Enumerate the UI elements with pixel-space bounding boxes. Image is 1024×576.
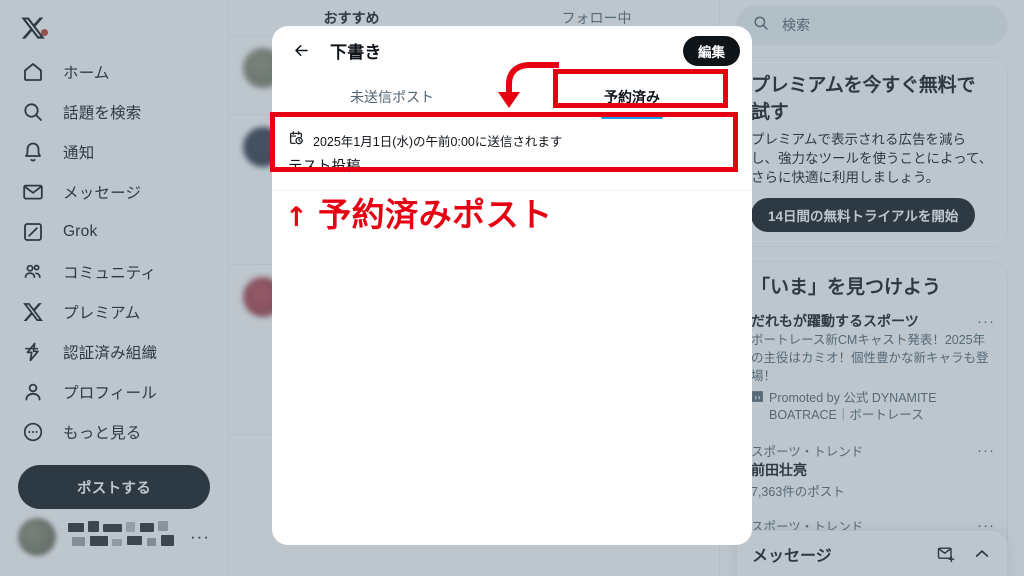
annotation-caption: ↑ 予約済みポスト: [285, 188, 553, 236]
back-arrow-icon[interactable]: [286, 36, 316, 66]
annotation-arrow-glyph: ↑: [285, 202, 309, 233]
annotation-box-scheduled-tab: [553, 69, 728, 108]
page-title: 下書き: [330, 43, 382, 62]
edit-button[interactable]: 編集: [683, 35, 740, 66]
elbow-arrow-down-icon: [498, 62, 560, 119]
screen-root: ホーム 話題を検索 通知 メッセージ Grok コミュニティ プレミアム 認証済…: [0, 0, 1024, 576]
annotation-box-scheduled-post: [270, 112, 738, 172]
annotation-caption-text: 予約済みポスト: [318, 195, 553, 234]
